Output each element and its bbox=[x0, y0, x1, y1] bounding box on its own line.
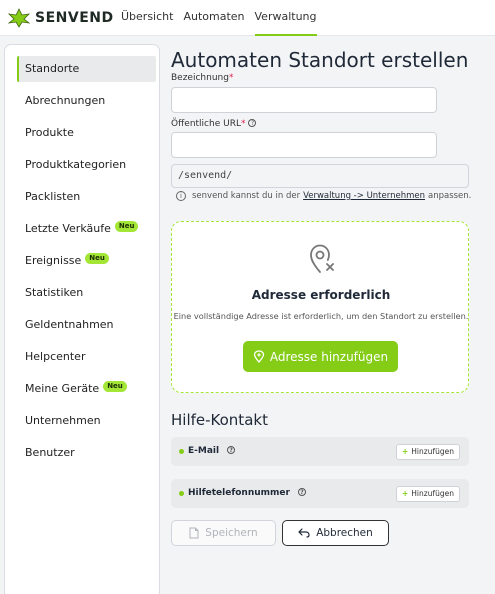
file-icon bbox=[189, 527, 199, 539]
sidebar-item-benutzer[interactable]: Benutzer bbox=[17, 440, 156, 466]
name-field-label: Bezeichnung* bbox=[171, 73, 233, 83]
sidebar-item-unternehmen[interactable]: Unternehmen bbox=[17, 408, 156, 434]
help-icon[interactable]: ? bbox=[248, 119, 257, 127]
nav-automaten[interactable]: Automaten bbox=[183, 0, 244, 36]
sidebar-item-label: Geldentnahmen bbox=[25, 318, 114, 331]
brand-logo[interactable]: SENVEND bbox=[8, 8, 114, 28]
info-icon: i bbox=[176, 191, 186, 201]
main-nav: Übersicht Automaten Verwaltung bbox=[121, 0, 327, 36]
cancel-button[interactable]: Abbrechen bbox=[282, 520, 389, 546]
sidebar-item-label: Standorte bbox=[25, 62, 80, 75]
add-email-label: Hinzufügen bbox=[411, 447, 454, 456]
company-settings-link[interactable]: Verwaltung -> Unternehmen bbox=[303, 191, 425, 201]
url-info-note: i senvend kannst du in der Verwaltung ->… bbox=[176, 191, 471, 201]
sidebar-item-label: Abrechnungen bbox=[25, 94, 106, 107]
plus-icon: + bbox=[402, 447, 409, 456]
address-required-panel: Adresse erforderlich Eine vollständige A… bbox=[171, 221, 469, 393]
name-label-text: Bezeichnung bbox=[171, 73, 229, 83]
add-phone-label: Hinzufügen bbox=[411, 489, 454, 498]
sidebar-item-label: Helpcenter bbox=[25, 350, 86, 363]
info-text: senvend kannst du in der bbox=[192, 191, 301, 201]
help-icon[interactable]: ? bbox=[297, 488, 306, 496]
add-address-label: Adresse hinzufügen bbox=[269, 349, 389, 364]
address-title: Adresse erforderlich bbox=[251, 288, 391, 302]
new-badge: Neu bbox=[114, 221, 139, 232]
nav-verwaltung[interactable]: Verwaltung bbox=[254, 0, 317, 36]
name-input[interactable] bbox=[171, 87, 437, 113]
required-marker: * bbox=[240, 119, 246, 129]
url-prefix-display: /senvend/ bbox=[171, 164, 469, 188]
top-navigation-bar: SENVEND Übersicht Automaten Verwaltung bbox=[0, 0, 495, 36]
sidebar-item-packlisten[interactable]: Packlisten bbox=[17, 184, 156, 210]
sidebar-item-label: Letzte Verkäufe bbox=[25, 222, 111, 235]
info-text-suffix: anpassen. bbox=[428, 191, 472, 201]
sidebar-item-abrechnungen[interactable]: Abrechnungen bbox=[17, 88, 156, 114]
status-dot bbox=[179, 449, 184, 454]
sidebar-item-helpcenter[interactable]: Helpcenter bbox=[17, 344, 156, 370]
help-contact-title: Hilfe-Kontakt bbox=[171, 411, 268, 429]
undo-icon bbox=[298, 528, 310, 538]
plus-icon: + bbox=[402, 489, 409, 498]
brand-name: SENVEND bbox=[35, 10, 114, 26]
add-phone-button[interactable]: + Hinzufügen bbox=[396, 486, 460, 502]
status-dot bbox=[179, 491, 184, 496]
save-label: Speichern bbox=[205, 527, 258, 539]
sidebar-item-label: Packlisten bbox=[25, 190, 81, 203]
address-description: Eine vollständige Adresse ist erforderli… bbox=[173, 311, 469, 321]
sidebar-item-label: Produkte bbox=[25, 126, 74, 139]
email-contact-row: E-Mail? + Hinzufügen bbox=[171, 437, 469, 466]
sidebar-item-statistiken[interactable]: Statistiken bbox=[17, 280, 156, 306]
email-label: E-Mail? bbox=[188, 437, 236, 466]
email-label-text: E-Mail bbox=[188, 446, 220, 456]
page-title: Automaten Standort erstellen bbox=[171, 48, 469, 72]
sidebar-item-label: Statistiken bbox=[25, 286, 84, 299]
sidebar-item-meine-geraete[interactable]: Meine Geräte Neu bbox=[17, 376, 156, 402]
sidebar-item-produkte[interactable]: Produkte bbox=[17, 120, 156, 146]
save-button[interactable]: Speichern bbox=[171, 520, 276, 546]
sidebar-item-produktkategorien[interactable]: Produktkategorien bbox=[17, 152, 156, 178]
help-icon[interactable]: ? bbox=[227, 446, 236, 454]
phone-label: Hilfetelefonnummer? bbox=[188, 479, 306, 508]
sidebar-item-geldentnahmen[interactable]: Geldentnahmen bbox=[17, 312, 156, 338]
phone-label-text: Hilfetelefonnummer bbox=[188, 488, 290, 498]
cancel-label: Abbrechen bbox=[316, 527, 373, 539]
url-label-text: Öffentliche URL bbox=[171, 119, 241, 129]
required-marker: * bbox=[228, 73, 234, 83]
add-address-button[interactable]: Adresse hinzufügen bbox=[243, 341, 398, 372]
phone-contact-row: Hilfetelefonnummer? + Hinzufügen bbox=[171, 479, 469, 508]
new-badge: Neu bbox=[85, 253, 109, 264]
sidebar-item-label: Meine Geräte bbox=[25, 382, 100, 395]
sidebar-item-label: Produktkategorien bbox=[25, 158, 127, 171]
sidebar-item-standorte[interactable]: Standorte bbox=[17, 56, 156, 82]
senvend-logo-icon bbox=[8, 8, 30, 28]
url-field-label: Öffentliche URL*? bbox=[171, 119, 257, 129]
sidebar-item-label: Benutzer bbox=[25, 446, 75, 459]
sidebar-item-letzte-verkaeufe[interactable]: Letzte Verkäufe Neu bbox=[17, 216, 156, 242]
add-email-button[interactable]: + Hinzufügen bbox=[396, 444, 460, 460]
new-badge: Neu bbox=[103, 381, 127, 392]
location-pin-off-icon bbox=[310, 244, 334, 273]
sidebar-item-ereignisse[interactable]: Ereignisse Neu bbox=[17, 248, 156, 274]
sidebar-item-label: Unternehmen bbox=[25, 414, 101, 427]
nav-uebersicht[interactable]: Übersicht bbox=[121, 0, 173, 36]
url-input[interactable] bbox=[171, 132, 437, 158]
location-plus-icon bbox=[253, 350, 265, 363]
sidebar-item-label: Ereignisse bbox=[25, 254, 82, 267]
sidebar: Standorte Abrechnungen Produkte Produktk… bbox=[4, 44, 160, 594]
